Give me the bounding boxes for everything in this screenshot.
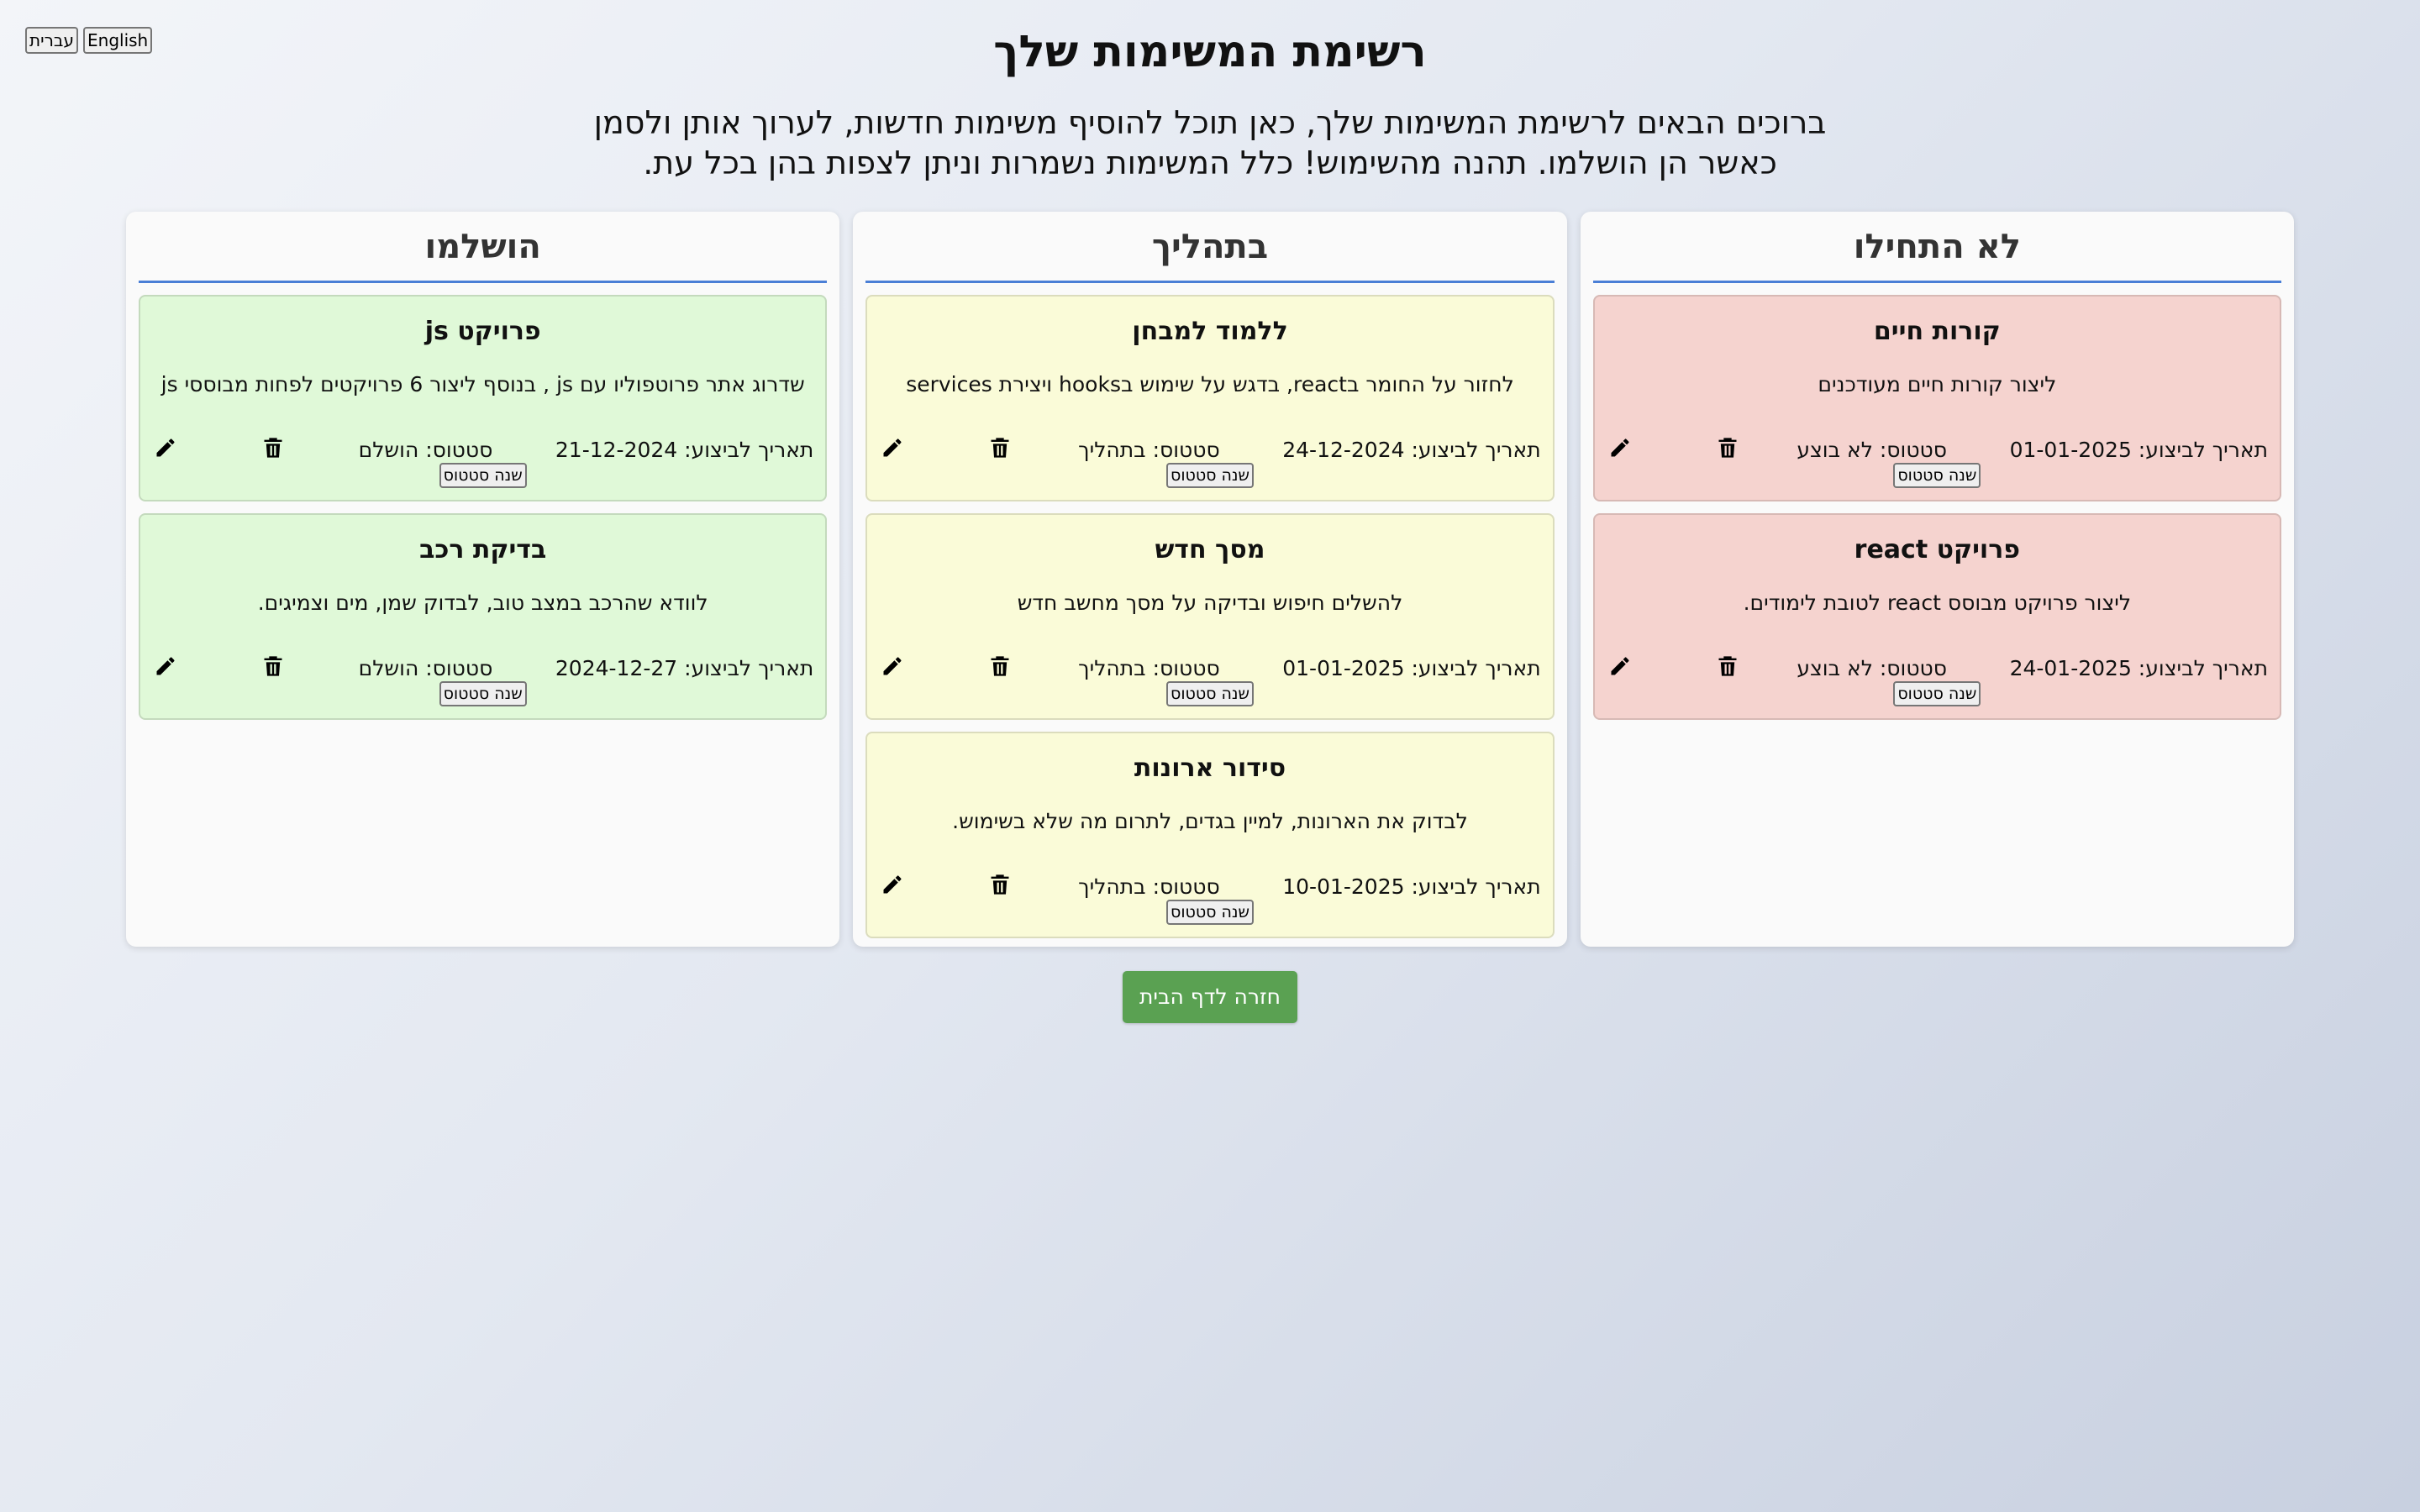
column-not-started: לא התחילו קורות חיים ליצור קורות חיים מע… bbox=[1580, 212, 2294, 947]
column-title: בתהליך bbox=[865, 212, 1555, 283]
task-status: סטטוס: בתהליך bbox=[1078, 438, 1220, 462]
task-due-date: תאריך לביצוע: 24-01-2025 bbox=[2009, 656, 2268, 680]
trash-icon[interactable] bbox=[983, 649, 1017, 683]
trash-icon[interactable] bbox=[983, 868, 1017, 901]
pencil-icon[interactable] bbox=[876, 868, 909, 901]
task-description: להשלים חיפוש ובדיקה על מסך מחשב חדש bbox=[1017, 591, 1403, 615]
task-list: ללמוד למבחן לחזור על החומר בreact, בדגש … bbox=[865, 283, 1555, 938]
trash-icon[interactable] bbox=[256, 431, 290, 465]
intro-line-2: כאשר הן הושלמו. תהנה מהשימוש! כלל המשימו… bbox=[643, 144, 1777, 181]
task-list: פרויקט js שדרוג אתר פרוטפוליו עם js , בנ… bbox=[139, 283, 828, 720]
task-description: ליצור פרויקט מבוסס react לטובת לימודים. bbox=[1743, 591, 2132, 615]
trash-icon[interactable] bbox=[256, 649, 290, 683]
task-card: קורות חיים ליצור קורות חיים מעודכנים תאר… bbox=[1592, 295, 2281, 501]
change-status-button[interactable]: שנה סטטוס bbox=[1166, 900, 1254, 925]
page: עברית English רשימת המשימות שלך ברוכים ה… bbox=[0, 0, 2420, 1512]
pencil-icon[interactable] bbox=[1603, 431, 1637, 465]
task-description: שדרוג אתר פרוטפוליו עם js , בנוסף ליצור … bbox=[160, 372, 805, 396]
column-title: לא התחילו bbox=[1592, 212, 2281, 283]
task-description: לבדוק את הארונות, למיין בגדים, לתרום מה … bbox=[952, 809, 1468, 833]
task-due-date: תאריך לביצוע: 2024-12-27 bbox=[555, 656, 814, 680]
back-to-home-button[interactable]: חזרה לדף הבית bbox=[1123, 971, 1297, 1023]
task-status: סטטוס: הושלם bbox=[358, 656, 493, 680]
trash-icon[interactable] bbox=[1711, 649, 1744, 683]
task-title: בדיקת רכב bbox=[419, 535, 547, 564]
task-meta: תאריך לביצוע: 24-12-2024 סטטוס: בתהליך bbox=[867, 431, 1552, 465]
task-status: סטטוס: בתהליך bbox=[1078, 656, 1220, 680]
task-due-date: תאריך לביצוע: 01-01-2025 bbox=[1282, 656, 1541, 680]
task-title: פרויקט react bbox=[1854, 535, 2021, 564]
task-title: פרויקט js bbox=[424, 317, 541, 346]
task-card: מסך חדש להשלים חיפוש ובדיקה על מסך מחשב … bbox=[865, 513, 1555, 720]
task-meta: תאריך לביצוע: 24-01-2025 סטטוס: לא בוצע bbox=[1595, 649, 2280, 683]
task-status: סטטוס: לא בוצע bbox=[1797, 656, 1947, 680]
change-status-button[interactable]: שנה סטטוס bbox=[1166, 681, 1254, 706]
task-meta: תאריך לביצוע: 01-01-2025 סטטוס: בתהליך bbox=[867, 649, 1552, 683]
task-due-date: תאריך לביצוע: 10-01-2025 bbox=[1282, 874, 1541, 899]
task-due-date: תאריך לביצוע: 01-01-2025 bbox=[2009, 438, 2268, 462]
pencil-icon[interactable] bbox=[149, 649, 182, 683]
task-title: ללמוד למבחן bbox=[1132, 317, 1288, 346]
task-status: סטטוס: בתהליך bbox=[1078, 874, 1220, 899]
task-title: מסך חדש bbox=[1155, 535, 1265, 564]
task-meta: תאריך לביצוע: 2024-12-27 סטטוס: הושלם bbox=[140, 649, 825, 683]
change-status-button[interactable]: שנה סטטוס bbox=[439, 463, 527, 488]
change-status-button[interactable]: שנה סטטוס bbox=[1893, 681, 1981, 706]
intro-text: ברוכים הבאים לרשימת המשימות שלך, כאן תוכ… bbox=[580, 102, 1840, 183]
task-board: לא התחילו קורות חיים ליצור קורות חיים מע… bbox=[126, 212, 2294, 947]
pencil-icon[interactable] bbox=[876, 649, 909, 683]
intro-line-1: ברוכים הבאים לרשימת המשימות שלך, כאן תוכ… bbox=[593, 104, 1827, 141]
task-card: ללמוד למבחן לחזור על החומר בreact, בדגש … bbox=[865, 295, 1555, 501]
task-description: לחזור על החומר בreact, בדגש על שימוש בho… bbox=[906, 372, 1514, 396]
change-status-button[interactable]: שנה סטטוס bbox=[1893, 463, 1981, 488]
column-in-progress: בתהליך ללמוד למבחן לחזור על החומר בreact… bbox=[853, 212, 1567, 947]
task-title: קורות חיים bbox=[1873, 317, 2001, 346]
pencil-icon[interactable] bbox=[149, 431, 182, 465]
column-done: הושלמו פרויקט js שדרוג אתר פרוטפוליו עם … bbox=[126, 212, 840, 947]
trash-icon[interactable] bbox=[983, 431, 1017, 465]
change-status-button[interactable]: שנה סטטוס bbox=[439, 681, 527, 706]
task-status: סטטוס: לא בוצע bbox=[1797, 438, 1947, 462]
task-meta: תאריך לביצוע: 21-12-2024 סטטוס: הושלם bbox=[140, 431, 825, 465]
task-card: פרויקט react ליצור פרויקט מבוסס react לט… bbox=[1592, 513, 2281, 720]
trash-icon[interactable] bbox=[1711, 431, 1744, 465]
task-description: ליצור קורות חיים מעודכנים bbox=[1818, 372, 2057, 396]
change-status-button[interactable]: שנה סטטוס bbox=[1166, 463, 1254, 488]
pencil-icon[interactable] bbox=[876, 431, 909, 465]
task-card: בדיקת רכב לוודא שהרכב במצב טוב, לבדוק שמ… bbox=[139, 513, 828, 720]
task-due-date: תאריך לביצוע: 21-12-2024 bbox=[555, 438, 814, 462]
task-meta: תאריך לביצוע: 01-01-2025 סטטוס: לא בוצע bbox=[1595, 431, 2280, 465]
task-description: לוודא שהרכב במצב טוב, לבדוק שמן, מים וצמ… bbox=[257, 591, 708, 615]
task-status: סטטוס: הושלם bbox=[358, 438, 493, 462]
pencil-icon[interactable] bbox=[1603, 649, 1637, 683]
column-title: הושלמו bbox=[139, 212, 828, 283]
task-title: סידור ארונות bbox=[1134, 753, 1286, 783]
task-due-date: תאריך לביצוע: 24-12-2024 bbox=[1282, 438, 1541, 462]
task-meta: תאריך לביצוע: 10-01-2025 סטטוס: בתהליך bbox=[867, 868, 1552, 901]
task-card: סידור ארונות לבדוק את הארונות, למיין בגד… bbox=[865, 732, 1555, 938]
task-list: קורות חיים ליצור קורות חיים מעודכנים תאר… bbox=[1592, 283, 2281, 720]
task-card: פרויקט js שדרוג אתר פרוטפוליו עם js , בנ… bbox=[139, 295, 828, 501]
page-title: רשימת המשימות שלך bbox=[993, 27, 1427, 77]
